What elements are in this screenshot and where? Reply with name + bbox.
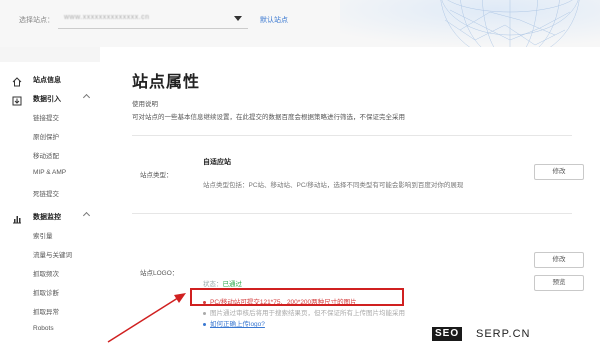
site-select-label: 选择站点：	[19, 17, 54, 24]
bullet-icon	[203, 311, 206, 315]
site-type-edit-button[interactable]: 修改	[534, 164, 584, 180]
usage-title: 使用说明	[132, 101, 158, 108]
site-type-label: 站点类型：	[140, 172, 173, 179]
logo-help-link-text: 如何正确上传logo?	[210, 321, 265, 328]
sidebar-item-index[interactable]: 索引量	[33, 230, 53, 240]
logo-status: 状态：已通过	[203, 278, 242, 288]
site-logo-label: 站点LOGO：	[140, 270, 179, 277]
logo-help-link[interactable]: 如何正确上传logo?	[203, 318, 265, 328]
sidebar-group-label: 站点信息	[33, 77, 61, 84]
top-bar: 选择站点： www.xxxxxxxxxxxxxx.cn 默认站点	[0, 0, 600, 47]
chevron-up-icon	[82, 211, 91, 220]
bullet-icon	[203, 322, 206, 326]
sidebar-item-crawl-diagnose[interactable]: 抓取诊断	[33, 287, 59, 297]
sidebar-group-label: 数据引入	[33, 96, 61, 103]
usage-description: 可对站点的一些基本信息继续设置，在此提交的数据百度会根据策略进行筛选，不保证完全…	[132, 114, 405, 121]
site-type-value: 自适应站	[203, 159, 231, 166]
site-logo-preview-button[interactable]: 预览	[534, 275, 584, 291]
site-type-description: 站点类型包括：PC站、移动站、PC/移动站，选择不同类型有可能会影响到百度对你的…	[203, 182, 464, 189]
chart-icon	[12, 211, 22, 224]
globe-decoration	[340, 0, 600, 47]
logo-note-review-text: 图片通过审核后将用于搜索结果页，但不保证所有上传图片均能采用	[210, 310, 405, 317]
import-icon	[12, 93, 22, 106]
site-select-dropdown[interactable]: www.xxxxxxxxxxxxxx.cn	[58, 9, 248, 29]
sidebar-item-mobile-adapt[interactable]: 移动适配	[33, 150, 59, 160]
sidebar-item-mip-amp[interactable]: MIP & AMP	[33, 169, 66, 176]
site-select-value: www.xxxxxxxxxxxxxx.cn	[64, 14, 150, 21]
sidebar-item-crawl-frequency[interactable]: 抓取频次	[33, 268, 59, 278]
default-site-link[interactable]: 默认站点	[260, 15, 288, 25]
caret-down-icon	[234, 16, 242, 21]
sidebar-group-label: 数据监控	[33, 214, 61, 221]
status-label: 状态：	[203, 281, 223, 288]
sidebar-group-site-info[interactable]: 站点信息	[0, 72, 100, 88]
sidebar-group-data-monitor[interactable]: 数据监控	[0, 209, 100, 225]
sidebar-item-link-submit[interactable]: 链接提交	[33, 112, 59, 122]
sidebar-group-data-import[interactable]: 数据引入	[0, 91, 100, 107]
sidebar-item-robots[interactable]: Robots	[33, 325, 54, 332]
chevron-up-icon	[82, 93, 91, 102]
sidebar-item-traffic-keywords[interactable]: 流量与关键词	[33, 249, 72, 259]
sidebar-item-original-protect[interactable]: 原创保护	[33, 131, 59, 141]
sidebar: 站点信息 数据引入 链接提交 原创保护 移动适配 MIP & AMP 死链提交 …	[0, 62, 100, 348]
home-icon	[12, 74, 22, 87]
divider	[132, 213, 572, 214]
site-logo-edit-button[interactable]: 修改	[534, 252, 584, 268]
logo-note-review: 图片通过审核后将用于搜索结果页，但不保证所有上传图片均能采用	[203, 307, 405, 317]
status-value: 已通过	[222, 281, 243, 288]
watermark: SEO SERP.CN	[420, 323, 600, 345]
sidebar-item-crawl-error[interactable]: 抓取异常	[33, 306, 59, 316]
sidebar-item-dead-link[interactable]: 死链提交	[33, 188, 59, 198]
page-title: 站点属性	[132, 74, 201, 91]
watermark-text: SERP.CN	[476, 328, 531, 340]
watermark-box: SEO	[432, 327, 463, 341]
highlight-box	[190, 288, 404, 306]
divider	[132, 135, 572, 136]
